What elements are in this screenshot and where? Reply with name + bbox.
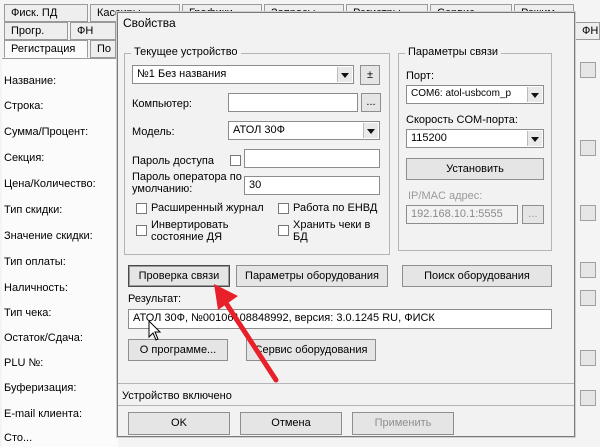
- plusminus-button[interactable]: ±: [360, 65, 380, 85]
- computer-label: Компьютер:: [132, 98, 192, 110]
- field-label: Цена/Количество:: [4, 178, 96, 190]
- side-button[interactable]: [580, 205, 596, 221]
- invert-dya-label: Инвертировать состояние ДЯ: [151, 219, 229, 243]
- port-label: Порт:: [406, 70, 434, 82]
- side-button[interactable]: [580, 290, 596, 306]
- separator: [118, 383, 574, 384]
- field-label: Строка:: [4, 100, 44, 112]
- ip-field[interactable]: 192.168.10.1:5555: [406, 205, 518, 224]
- speed-label: Скорость COM-порта:: [406, 114, 518, 126]
- field-label: Сто...: [4, 432, 33, 444]
- field-label: Буферизация:: [4, 382, 77, 394]
- install-button[interactable]: Установить: [406, 158, 544, 180]
- field-label: Значение скидки:: [4, 230, 93, 242]
- model-select[interactable]: АТОЛ 30Ф: [228, 121, 380, 140]
- subtab-registration[interactable]: Регистрация: [4, 40, 88, 58]
- model-label: Модель:: [132, 126, 175, 138]
- port-select[interactable]: COM6: atol-usbcom_p: [406, 85, 544, 104]
- side-button[interactable]: [580, 390, 596, 406]
- tab-fisk-pd[interactable]: Фиск. ПД: [4, 4, 88, 22]
- field-label: Наличность:: [4, 282, 68, 294]
- field-label: Тип оплаты:: [4, 256, 66, 268]
- side-button[interactable]: [580, 62, 596, 78]
- current-device-group-title: Текущее устройство: [131, 46, 241, 58]
- field-label: E-mail клиента:: [4, 408, 83, 420]
- store-receipts-label: Хранить чеки в БД: [293, 219, 371, 243]
- result-label-text: Результат:: [128, 293, 182, 305]
- chevron-down-icon[interactable]: [527, 87, 542, 102]
- field-label: Тип чека:: [4, 307, 52, 319]
- cancel-button[interactable]: Отмена: [240, 412, 342, 435]
- properties-dialog: Свойства Текущее устройство №1 Без назва…: [117, 12, 575, 437]
- ip-label: IP/MAC адрес:: [408, 190, 483, 202]
- operator-password-label: Пароль оператора по умолчанию:: [132, 171, 242, 195]
- ext-journal-label: Расширенный журнал: [151, 202, 264, 214]
- tab-progr[interactable]: Прогр.: [4, 22, 68, 40]
- apply-button[interactable]: Применить: [352, 412, 454, 435]
- access-password-label: Пароль доступа: [132, 155, 214, 167]
- connection-group-title: Параметры связи: [405, 46, 502, 58]
- side-button[interactable]: [580, 350, 596, 366]
- access-password-field[interactable]: [244, 149, 380, 168]
- cursor-icon: [148, 320, 162, 341]
- side-button[interactable]: [580, 262, 596, 278]
- subtab-next[interactable]: По: [90, 40, 116, 58]
- operator-password-field[interactable]: 30: [244, 176, 380, 195]
- invert-dya-checkbox[interactable]: [136, 225, 147, 236]
- port-select-value: COM6: atol-usbcom_p: [411, 88, 512, 99]
- status-text: Устройство включено: [122, 390, 232, 402]
- chevron-down-icon[interactable]: [337, 67, 352, 82]
- access-password-checkbox[interactable]: [230, 155, 241, 166]
- separator: [118, 405, 574, 406]
- chevron-down-icon[interactable]: [363, 123, 378, 138]
- search-hw-button[interactable]: Поиск оборудования: [402, 265, 552, 287]
- ip-browse-button[interactable]: ...: [522, 205, 544, 224]
- result-field[interactable]: АТОЛ 30Ф, №00106108848992, версия: 3.0.1…: [128, 309, 552, 329]
- annotation-arrow-icon: [214, 284, 279, 383]
- tab-fn-right[interactable]: ФН: [575, 22, 600, 40]
- envd-checkbox[interactable]: [278, 203, 289, 214]
- ext-journal-checkbox[interactable]: [136, 203, 147, 214]
- ok-button[interactable]: OK: [128, 412, 230, 435]
- field-label: Секция:: [4, 152, 45, 164]
- field-label: PLU №:: [4, 357, 44, 369]
- field-label: Название:: [4, 75, 57, 87]
- speed-select[interactable]: 115200: [406, 129, 544, 148]
- envd-label: Работа по ЕНВД: [293, 202, 378, 214]
- computer-field[interactable]: [228, 93, 358, 112]
- device-select[interactable]: №1 Без названия: [132, 65, 354, 84]
- chevron-down-icon[interactable]: [527, 131, 542, 146]
- device-select-value: №1 Без названия: [137, 68, 227, 80]
- store-receipts-checkbox[interactable]: [278, 225, 289, 236]
- field-label: Тип скидки:: [4, 204, 63, 216]
- tab-fn[interactable]: ФН: [70, 22, 116, 40]
- dialog-title: Свойства: [123, 16, 176, 30]
- model-select-value: АТОЛ 30Ф: [233, 124, 286, 136]
- computer-browse-button[interactable]: ...: [361, 93, 381, 112]
- field-label: Остаток/Сдача:: [4, 332, 83, 344]
- side-button[interactable]: [580, 140, 596, 156]
- field-label: Сумма/Процент:: [4, 126, 89, 138]
- speed-select-value: 115200: [411, 132, 447, 144]
